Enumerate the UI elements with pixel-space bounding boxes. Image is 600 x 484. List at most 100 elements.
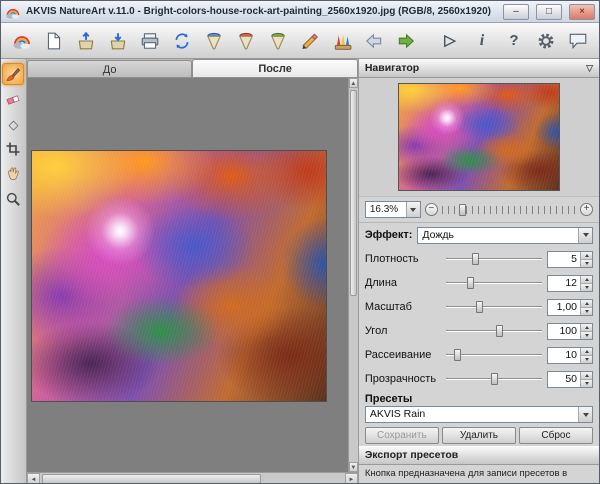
hand-tool[interactable] xyxy=(2,163,24,185)
crystal-tool[interactable]: ◇ xyxy=(2,113,24,135)
delete-preset-button[interactable]: Удалить xyxy=(441,427,516,444)
scattering-slider[interactable] xyxy=(445,349,542,361)
spin-up-button[interactable] xyxy=(581,371,592,380)
collapse-icon[interactable]: ▽ xyxy=(586,63,593,74)
hand-icon xyxy=(8,167,20,181)
transparency-spinbox[interactable]: 50 xyxy=(547,370,593,388)
zoom-out-button[interactable]: − xyxy=(424,203,438,216)
color-pencils-button[interactable] xyxy=(329,28,355,54)
funnel-blue-icon xyxy=(207,32,221,49)
spin-up-button[interactable] xyxy=(581,251,592,260)
length-slider[interactable] xyxy=(445,277,542,289)
funnel-red-icon xyxy=(239,32,253,49)
effect-brush-tool[interactable] xyxy=(2,63,25,85)
akvis-logo-button[interactable] xyxy=(9,28,35,54)
spin-up-button[interactable] xyxy=(581,347,592,356)
scroll-up-button[interactable]: ▲ xyxy=(348,78,358,88)
transparency-slider[interactable] xyxy=(445,373,542,385)
share-button[interactable] xyxy=(169,28,195,54)
play-icon: ▷ xyxy=(444,32,456,49)
diamond-icon: ◇ xyxy=(8,116,19,132)
scale-label: Масштаб xyxy=(364,301,412,313)
spin-down-button[interactable] xyxy=(581,355,592,363)
crop-tool[interactable] xyxy=(2,138,24,160)
scale-value[interactable]: 1,00 xyxy=(548,300,580,315)
density-label: Плотность xyxy=(364,253,419,265)
spin-down-button[interactable] xyxy=(581,283,592,291)
angle-slider[interactable] xyxy=(445,325,542,337)
eraser-icon xyxy=(6,95,20,105)
save-image-button[interactable] xyxy=(105,28,131,54)
zoom-slider[interactable] xyxy=(441,203,576,216)
spin-up-button[interactable] xyxy=(581,275,592,284)
length-value[interactable]: 12 xyxy=(548,276,580,291)
effect-select[interactable]: Дождь xyxy=(417,226,593,244)
about-button[interactable]: i xyxy=(469,28,495,54)
settings-panel: Навигатор ▽ 16.3% − + Эффект: Дождь Плот… xyxy=(357,59,599,483)
vertical-scrollbar[interactable]: ▲ ▼ xyxy=(347,78,358,472)
density-value[interactable]: 5 xyxy=(548,252,580,267)
tab-before[interactable]: До xyxy=(26,60,193,77)
preset-dropdown-button[interactable] xyxy=(578,407,592,422)
spin-down-button[interactable] xyxy=(581,379,592,387)
spin-down-button[interactable] xyxy=(581,331,592,339)
minimize-button[interactable]: – xyxy=(503,3,529,20)
tab-after[interactable]: После xyxy=(192,59,358,77)
edit-button[interactable] xyxy=(297,28,323,54)
zoom-tool[interactable] xyxy=(2,188,24,210)
preset-select[interactable]: AKVIS Rain xyxy=(364,406,593,423)
spin-up-button[interactable] xyxy=(581,299,592,308)
zoom-dropdown-button[interactable] xyxy=(405,202,420,217)
scale-slider[interactable] xyxy=(445,301,542,313)
spin-down-button[interactable] xyxy=(581,307,592,315)
save-preset-button[interactable]: Сохранить xyxy=(364,427,439,444)
scroll-right-button[interactable]: ► xyxy=(344,473,358,483)
horizontal-scrollbar[interactable]: ◄ ► xyxy=(26,472,358,483)
density-spinbox[interactable]: 5 xyxy=(547,250,593,268)
import-preset-button[interactable] xyxy=(201,28,227,54)
settings-button[interactable] xyxy=(533,28,559,54)
new-document-icon xyxy=(47,32,61,49)
new-image-button[interactable] xyxy=(41,28,67,54)
eraser-tool[interactable] xyxy=(2,88,24,110)
batch-processing-button[interactable] xyxy=(265,28,291,54)
spin-up-button[interactable] xyxy=(581,323,592,332)
scroll-down-button[interactable]: ▼ xyxy=(348,462,358,472)
print-button[interactable] xyxy=(137,28,163,54)
help-button[interactable]: ? xyxy=(501,28,527,54)
spin-down-button[interactable] xyxy=(581,259,592,267)
effect-dropdown-button[interactable] xyxy=(578,227,592,243)
redo-button[interactable] xyxy=(393,28,419,54)
density-slider[interactable] xyxy=(445,253,542,265)
close-button[interactable]: × xyxy=(569,3,595,20)
angle-value[interactable]: 100 xyxy=(548,324,580,339)
zoom-slider-thumb[interactable] xyxy=(458,203,466,216)
image-preview[interactable] xyxy=(30,150,327,402)
scattering-value[interactable]: 10 xyxy=(548,348,580,363)
scattering-spinbox[interactable]: 10 xyxy=(547,346,593,364)
angle-spinbox[interactable]: 100 xyxy=(547,322,593,340)
undo-button[interactable] xyxy=(361,28,387,54)
run-button[interactable]: ▷ xyxy=(437,28,463,54)
zoom-level-select[interactable]: 16.3% xyxy=(364,201,421,218)
maximize-button[interactable]: □ xyxy=(536,3,562,20)
export-presets-title: Экспорт пресетов xyxy=(364,449,459,461)
feedback-button[interactable] xyxy=(565,28,591,54)
speech-bubble-icon xyxy=(569,33,587,49)
transparency-value[interactable]: 50 xyxy=(548,372,580,387)
v-scroll-thumb[interactable] xyxy=(349,90,357,296)
zoom-in-button[interactable]: + xyxy=(580,203,593,216)
preset-value: AKVIS Rain xyxy=(369,408,426,420)
length-spinbox[interactable]: 12 xyxy=(547,274,593,292)
printer-icon xyxy=(141,32,159,49)
export-preset-button[interactable] xyxy=(233,28,259,54)
open-image-button[interactable] xyxy=(73,28,99,54)
chevron-down-icon xyxy=(582,412,589,417)
canvas-area[interactable]: ▲ ▼ xyxy=(26,78,358,472)
h-scroll-thumb[interactable] xyxy=(41,474,262,483)
navigator-thumbnail[interactable] xyxy=(397,83,560,191)
magnifier-icon xyxy=(7,192,21,206)
scale-spinbox[interactable]: 1,00 xyxy=(547,298,593,316)
reset-preset-button[interactable]: Сброс xyxy=(518,427,593,444)
scroll-left-button[interactable]: ◄ xyxy=(26,473,40,483)
